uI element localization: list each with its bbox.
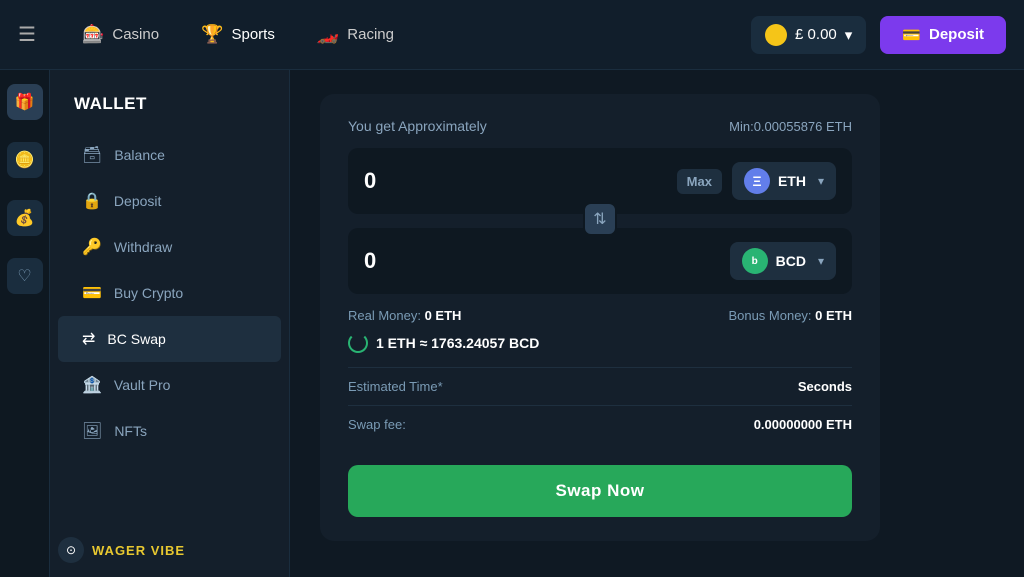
vault-pro-label: Vault Pro: [114, 377, 171, 393]
swap-to-input-row: 0 b BCD ▾: [348, 228, 852, 294]
swap-approx-row: You get Approximately Min:0.00055876 ETH: [348, 118, 852, 134]
real-money-label: Real Money: 0 ETH: [348, 308, 461, 323]
withdraw-menu-icon: 🔑: [82, 237, 102, 257]
nfts-label: NFTs: [114, 423, 147, 439]
main-layout: 🎁 🪙 💰 ♡ WALLET 🗃 Balance 🔒 Deposit 🔑 Wit…: [0, 70, 1024, 577]
sports-icon: 🏆: [201, 24, 223, 45]
estimated-time-value: Seconds: [798, 379, 852, 394]
eth-coin-icon: Ξ: [744, 168, 770, 194]
estimated-time-row: Estimated Time* Seconds: [348, 367, 852, 405]
wallet-menu-deposit[interactable]: 🔒 Deposit: [58, 178, 281, 224]
side-icons: 🎁 🪙 💰 ♡: [0, 70, 50, 577]
swap-arrows-icon: ⇅: [593, 209, 606, 229]
swap-from-right: Max Ξ ETH ▾: [677, 162, 836, 200]
deposit-label: Deposit: [929, 26, 984, 43]
nfts-icon: 🖼: [82, 421, 102, 441]
swap-direction-button[interactable]: ⇅: [583, 202, 617, 236]
swap-to-right: b BCD ▾: [730, 242, 836, 280]
buy-crypto-label: Buy Crypto: [114, 285, 183, 301]
balance-chevron-icon: ▾: [845, 26, 853, 44]
from-coin-chevron-icon: ▾: [818, 174, 824, 188]
bc-swap-label: BC Swap: [107, 331, 165, 347]
nav-item-sports[interactable]: 🏆 Sports: [183, 16, 293, 53]
rate-refresh-icon: [348, 333, 368, 353]
swap-fee-value: 0.00000000 ETH: [754, 417, 852, 432]
wallet-menu-withdraw[interactable]: 🔑 Withdraw: [58, 224, 281, 270]
racing-icon: 🏎️: [317, 24, 339, 45]
bcd-coin-icon: b: [742, 248, 768, 274]
wallet-menu-bc-swap[interactable]: ⇄ BC Swap: [58, 316, 281, 362]
swap-card: You get Approximately Min:0.00055876 ETH…: [320, 94, 880, 541]
to-coin-label: BCD: [776, 253, 806, 269]
brand-logo-symbol: ⊙: [66, 543, 76, 557]
swap-approx-label: You get Approximately: [348, 118, 487, 134]
balance-menu-icon: 🗃: [82, 145, 102, 165]
to-coin-selector[interactable]: b BCD ▾: [730, 242, 836, 280]
wallet-menu-vault-pro[interactable]: 🏦 Vault Pro: [58, 362, 281, 408]
bonus-money-label: Bonus Money: 0 ETH: [728, 308, 852, 323]
wallet-menu-buy-crypto[interactable]: 💳 Buy Crypto: [58, 270, 281, 316]
bc-swap-icon: ⇄: [82, 329, 95, 349]
wallet-title: WALLET: [50, 94, 289, 132]
swap-min-label: Min:0.00055876 ETH: [729, 119, 852, 134]
swap-now-button[interactable]: Swap Now: [348, 465, 852, 517]
real-money-value: 0 ETH: [425, 308, 462, 323]
nav-right: £ 0.00 ▾ 💳 Deposit: [751, 16, 1006, 54]
side-icon-coin2[interactable]: 💰: [7, 200, 43, 236]
to-coin-chevron-icon: ▾: [818, 254, 824, 268]
hamburger-menu[interactable]: ☰: [18, 22, 36, 47]
casino-icon: 🎰: [82, 24, 104, 45]
nav-items: 🎰 Casino 🏆 Sports 🏎️ Racing: [64, 16, 751, 53]
estimated-time-label: Estimated Time*: [348, 379, 443, 394]
swap-to-value: 0: [364, 248, 376, 274]
nav-item-casino[interactable]: 🎰 Casino: [64, 16, 177, 53]
swap-fee-label: Swap fee:: [348, 417, 406, 432]
brand-logo-area: ⊙ WAGER VIBE: [58, 537, 185, 563]
deposit-menu-label: Deposit: [114, 193, 161, 209]
wallet-menu-nfts[interactable]: 🖼 NFTs: [58, 408, 281, 454]
nav-label-racing: Racing: [347, 26, 394, 43]
side-icon-coins[interactable]: 🪙: [7, 142, 43, 178]
from-coin-label: ETH: [778, 173, 806, 189]
nav-item-racing[interactable]: 🏎️ Racing: [299, 16, 412, 53]
brand-name: WAGER VIBE: [92, 543, 185, 558]
main-content: You get Approximately Min:0.00055876 ETH…: [290, 70, 1024, 577]
from-coin-selector[interactable]: Ξ ETH ▾: [732, 162, 836, 200]
balance-menu-label: Balance: [114, 147, 165, 163]
wallet-panel: WALLET 🗃 Balance 🔒 Deposit 🔑 Withdraw 💳 …: [50, 70, 290, 577]
max-button[interactable]: Max: [677, 169, 722, 194]
balance-button[interactable]: £ 0.00 ▾: [751, 16, 866, 54]
swap-fee-row: Swap fee: 0.00000000 ETH: [348, 405, 852, 443]
nav-label-casino: Casino: [112, 26, 159, 43]
withdraw-menu-label: Withdraw: [114, 239, 172, 255]
buy-crypto-icon: 💳: [82, 283, 102, 303]
swap-from-value: 0: [364, 168, 376, 194]
balance-value: £ 0.00: [795, 26, 837, 43]
exchange-rate-text: 1 ETH ≈ 1763.24057 BCD: [376, 335, 539, 351]
deposit-button[interactable]: 💳 Deposit: [880, 16, 1006, 54]
wallet-menu-balance[interactable]: 🗃 Balance: [58, 132, 281, 178]
balance-coin-icon: [765, 24, 787, 46]
vault-pro-icon: 🏦: [82, 375, 102, 395]
side-icon-gift[interactable]: 🎁: [7, 84, 43, 120]
top-navigation: ☰ 🎰 Casino 🏆 Sports 🏎️ Racing £ 0.00 ▾ 💳…: [0, 0, 1024, 70]
brand-logo-icon: ⊙: [58, 537, 84, 563]
deposit-icon: 💳: [902, 26, 921, 44]
bonus-money-value: 0 ETH: [815, 308, 852, 323]
exchange-rate-row: 1 ETH ≈ 1763.24057 BCD: [348, 333, 852, 353]
nav-label-sports: Sports: [231, 26, 274, 43]
side-icon-heart[interactable]: ♡: [7, 258, 43, 294]
money-row: Real Money: 0 ETH Bonus Money: 0 ETH: [348, 308, 852, 323]
deposit-menu-icon: 🔒: [82, 191, 102, 211]
